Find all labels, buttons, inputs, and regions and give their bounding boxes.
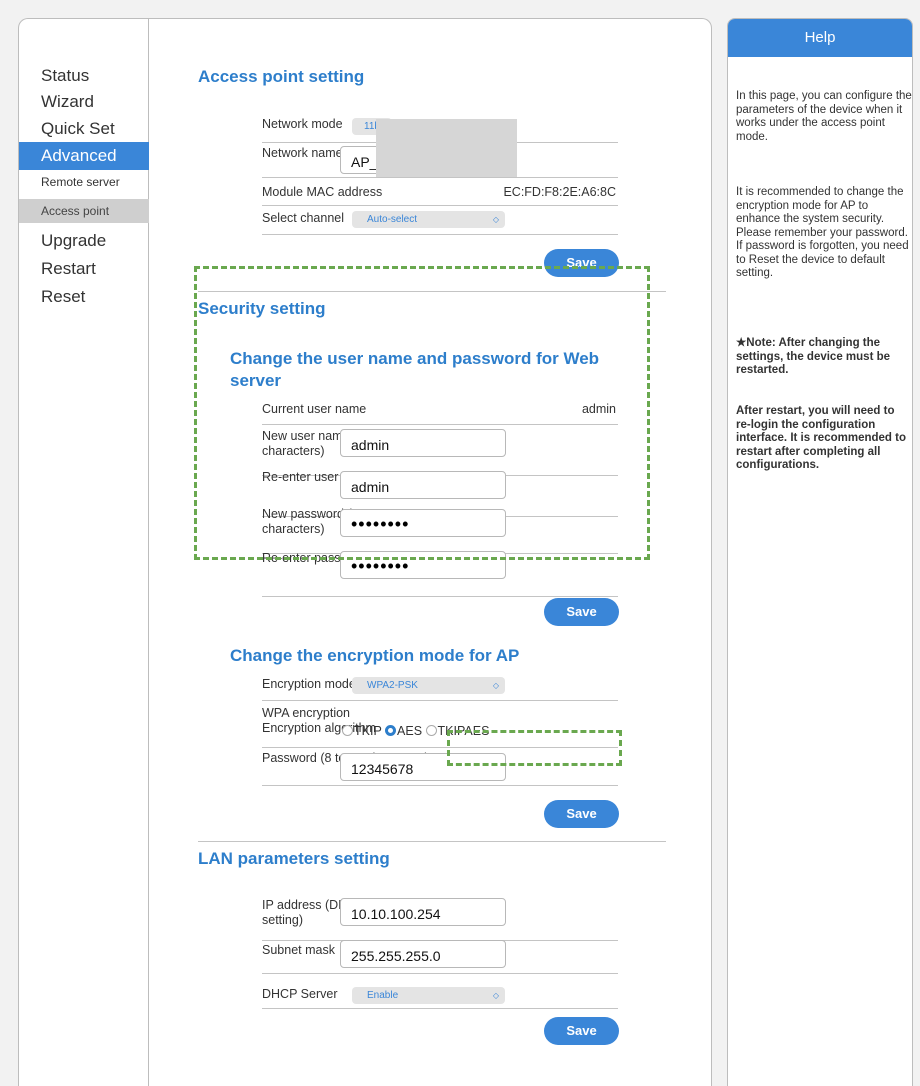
divider [198, 841, 666, 842]
new-user-input[interactable] [340, 429, 506, 457]
current-user-value: admin [581, 402, 616, 416]
mac-label: Module MAC address [262, 185, 383, 199]
help-paragraph-4: After restart, you will need to re-login… [736, 405, 906, 471]
main-frame: Status Wizard Quick Set Advanced Remote … [18, 18, 712, 1086]
new-password-input[interactable]: •••••••• [340, 509, 506, 537]
radio-icon [425, 725, 437, 736]
help-paragraph-1: In this page, you can configure the para… [736, 90, 912, 143]
lan-title: LAN parameters setting [198, 849, 390, 868]
sidebar-nav: Status Wizard Quick Set Advanced Remote … [19, 19, 149, 1086]
current-user-row: Current user name admin [262, 402, 618, 425]
encryption-save-button[interactable]: Save [544, 800, 619, 828]
redaction-block [376, 119, 517, 177]
lan-save-button[interactable]: Save [544, 1017, 619, 1045]
select-chevron-icon: ◇ [492, 991, 499, 1000]
help-panel: Help In this page, you can configure the… [727, 18, 913, 1086]
subnet-input[interactable] [340, 940, 506, 968]
content-area: Access point setting Network mode 11b Ne… [149, 19, 711, 1086]
sidebar-item-restart[interactable]: Restart [41, 256, 96, 282]
mac-row: Module MAC address EC:FD:F8:2E:A6:8C [262, 185, 618, 206]
radio-tkipaes-label: TKIPAES [437, 724, 490, 738]
encryption-subtitle: Change the encryption mode for AP [230, 646, 520, 665]
channel-select-value: Auto-select [367, 214, 418, 225]
dhcp-value: Enable [367, 990, 399, 1001]
wpa-encryption-label: WPA encryption [262, 706, 351, 720]
sidebar-item-quick-set[interactable]: Quick Set [41, 116, 115, 142]
sidebar-item-status[interactable]: Status [41, 63, 89, 89]
radio-tkip[interactable]: TKIP [342, 724, 382, 738]
ap-save-button[interactable]: Save [544, 249, 619, 277]
channel-select[interactable]: Auto-select ◇ [352, 211, 505, 228]
sidebar-item-advanced[interactable]: Advanced [19, 142, 149, 170]
sidebar-item-wizard[interactable]: Wizard [41, 89, 94, 115]
reenter-user-input[interactable] [340, 471, 506, 499]
access-point-title: Access point setting [198, 67, 365, 86]
help-paragraph-2: It is recommended to change the encrypti… [736, 186, 909, 279]
radio-tkipaes[interactable]: TKIPAES [425, 724, 490, 738]
help-note: ★Note: After changing the settings, the … [736, 337, 891, 376]
radio-icon [342, 725, 353, 736]
encryption-mode-select[interactable]: WPA2-PSK ◇ [352, 677, 505, 694]
reenter-password-input[interactable]: •••••••• [340, 551, 506, 579]
sidebar-item-upgrade[interactable]: Upgrade [41, 228, 106, 254]
security-title: Security setting [198, 299, 326, 318]
radio-aes-label: AES [397, 724, 423, 738]
sidebar-item-remote-server[interactable]: Remote server [41, 173, 120, 191]
sidebar-item-reset[interactable]: Reset [41, 284, 85, 310]
ap-password-input[interactable] [340, 753, 506, 781]
web-credentials-subtitle: Change the user name and password for We… [230, 349, 600, 390]
divider [198, 291, 666, 292]
radio-selected-icon [385, 725, 397, 736]
reenter-password-mask: •••••••• [351, 556, 410, 576]
current-user-label: Current user name [262, 402, 367, 416]
sidebar-item-access-point[interactable]: Access point [19, 199, 149, 223]
encryption-mode-value: WPA2-PSK [367, 680, 418, 691]
select-chevron-icon: ◇ [492, 215, 499, 224]
algorithm-radio-group: TKIP AES TKIPAES [342, 724, 489, 739]
select-chevron-icon: ◇ [492, 681, 499, 690]
ip-input[interactable] [340, 898, 506, 926]
new-password-mask: •••••••• [351, 514, 410, 534]
dhcp-select[interactable]: Enable ◇ [352, 987, 505, 1004]
help-title: Help [728, 19, 912, 57]
mac-value: EC:FD:F8:2E:A6:8C [503, 185, 616, 199]
radio-aes[interactable]: AES [385, 724, 422, 738]
security-save-button[interactable]: Save [544, 598, 619, 626]
radio-tkip-label: TKIP [354, 724, 382, 738]
